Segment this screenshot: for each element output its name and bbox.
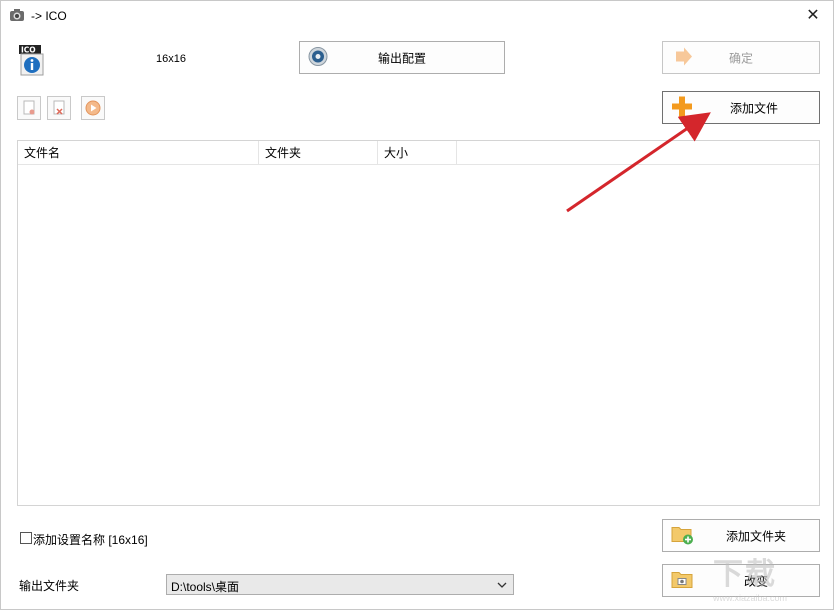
annotation-arrow-icon: [566, 112, 711, 213]
watermark-logo: 下载 www.xiazaiba.com: [713, 549, 831, 607]
watermark-text: 下载: [713, 558, 777, 591]
watermark-url: www.xiazaiba.com: [713, 593, 788, 603]
app-window: -> ICO ✕ ICO 16x16 输出配置 确定 添加文件 文件名 文件夹 …: [0, 0, 834, 610]
